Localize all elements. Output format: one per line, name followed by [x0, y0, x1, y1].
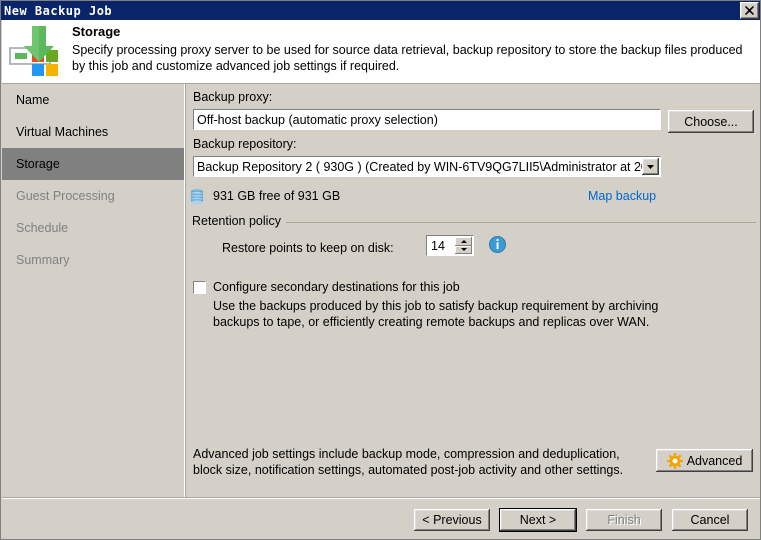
secondary-destinations-checkbox[interactable]: [193, 280, 206, 294]
window-title: New Backup Job: [4, 3, 113, 18]
sidebar-item-label: Summary: [16, 253, 70, 267]
retention-policy-group: Retention policy Restore points to keep …: [192, 214, 756, 274]
stepper-buttons: [455, 237, 472, 254]
sidebar-divider-shadow: [185, 84, 186, 497]
advanced-settings-button[interactable]: Advanced: [655, 448, 754, 473]
backup-proxy-label: Backup proxy:: [193, 90, 273, 104]
sidebar-item-label: Storage: [16, 157, 60, 171]
dialog-header: Storage Specify processing proxy server …: [2, 20, 760, 83]
repository-free-space: 931 GB free of 931 GB: [213, 189, 341, 203]
sidebar-item-storage[interactable]: Storage: [2, 148, 184, 180]
sidebar-item-label: Name: [16, 93, 50, 107]
retention-policy-legend: Retention policy: [192, 214, 286, 228]
backup-repository-value: Backup Repository 2 ( 930G ) (Created by…: [197, 159, 642, 174]
cancel-button[interactable]: Cancel: [671, 508, 749, 532]
sidebar-item-label: Guest Processing: [16, 189, 115, 203]
close-x-icon: [745, 6, 754, 15]
page-title: Storage: [72, 24, 121, 39]
next-button[interactable]: Next >: [499, 508, 577, 532]
disk-stack-icon: [191, 189, 203, 205]
new-backup-job-dialog: New Backup Job Storage Specify processin…: [0, 0, 761, 540]
sidebar-item-schedule[interactable]: Schedule: [2, 212, 184, 244]
sidebar-item-label: Schedule: [16, 221, 69, 235]
caret-up-icon[interactable]: [455, 237, 472, 246]
choose-proxy-button[interactable]: Choose...: [667, 109, 755, 134]
sidebar-item-guest-processing[interactable]: Guest Processing: [2, 180, 184, 212]
advanced-settings-description: Advanced job settings include backup mod…: [193, 447, 624, 477]
sidebar-item-virtual-machines[interactable]: Virtual Machines: [2, 116, 184, 148]
sidebar-item-label: Virtual Machines: [16, 125, 109, 139]
advanced-button-label: Advanced: [686, 453, 743, 468]
previous-button[interactable]: < Previous: [413, 508, 491, 532]
info-circle-icon[interactable]: [489, 236, 506, 253]
title-bar: New Backup Job: [1, 1, 760, 20]
gear-icon: [666, 452, 683, 469]
close-button[interactable]: [740, 2, 759, 19]
veeam-backup-job-icon: [9, 26, 58, 76]
sidebar-item-name[interactable]: Name: [2, 84, 184, 116]
group-box-line: [282, 222, 756, 223]
restore-points-value: 14: [431, 238, 445, 253]
restore-points-stepper[interactable]: 14: [426, 235, 474, 256]
map-backup-link[interactable]: Map backup: [588, 189, 656, 203]
chevron-down-icon[interactable]: [642, 158, 659, 175]
secondary-destinations-label: Configure secondary destinations for thi…: [213, 280, 460, 294]
secondary-destinations-description: Use the backups produced by this job to …: [213, 299, 659, 329]
sidebar-item-summary[interactable]: Summary: [2, 244, 184, 276]
backup-repository-label: Backup repository:: [193, 137, 297, 151]
storage-settings-panel: Backup proxy: Off-host backup (automatic…: [187, 84, 760, 497]
restore-points-label: Restore points to keep on disk:: [222, 241, 394, 255]
secondary-destinations-row[interactable]: Configure secondary destinations for thi…: [193, 280, 460, 294]
caret-down-icon[interactable]: [455, 245, 472, 254]
backup-proxy-field[interactable]: Off-host backup (automatic proxy selecti…: [193, 109, 661, 130]
page-description: Specify processing proxy server to be us…: [72, 43, 743, 73]
finish-button: Finish: [585, 508, 663, 532]
wizard-steps-sidebar: Name Virtual Machines Storage Guest Proc…: [2, 84, 184, 497]
backup-repository-combobox[interactable]: Backup Repository 2 ( 930G ) (Created by…: [193, 156, 661, 177]
